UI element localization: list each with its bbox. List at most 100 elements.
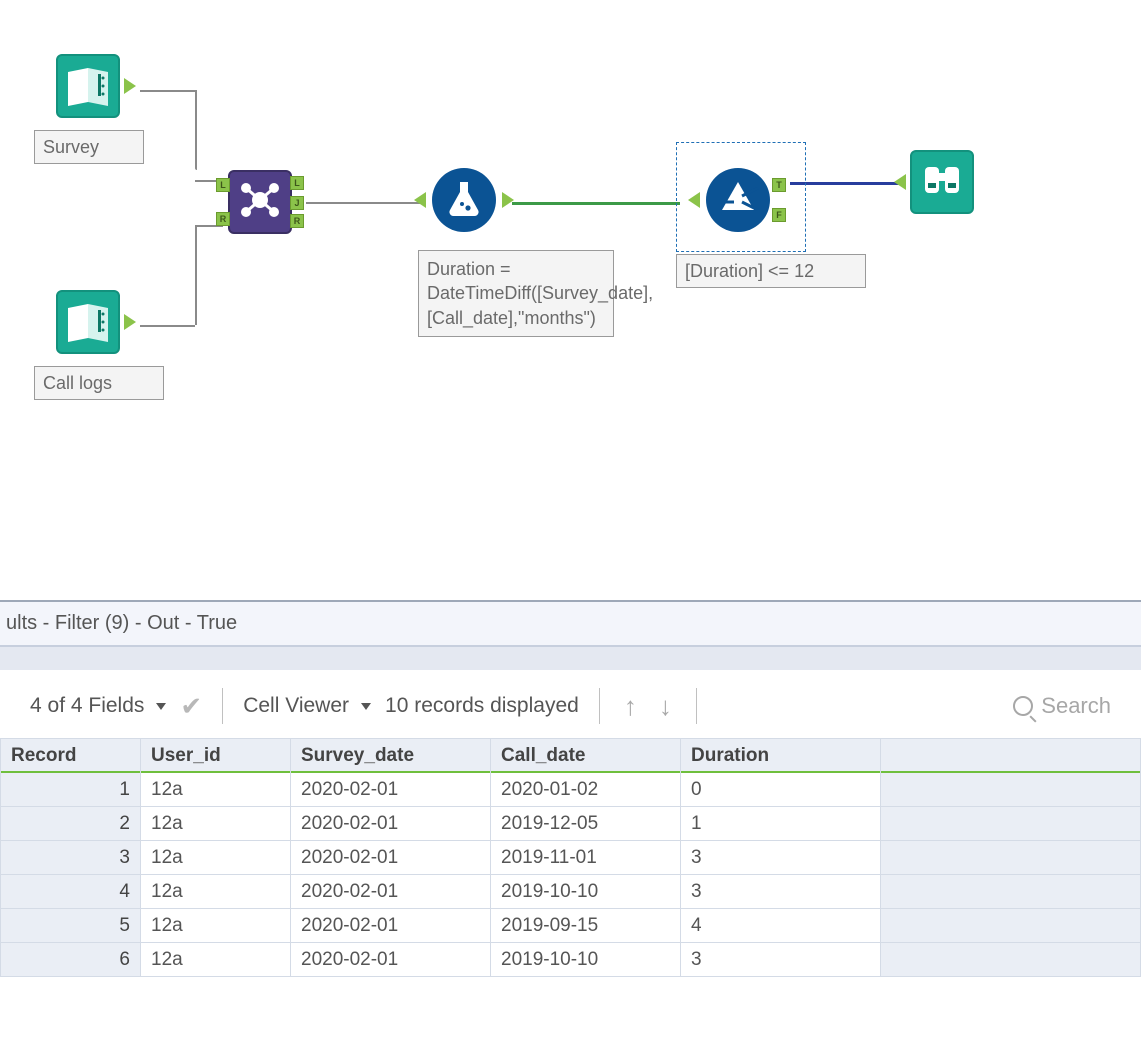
join-icon — [237, 177, 283, 228]
col-survey[interactable]: Survey_date — [291, 739, 491, 773]
cell-user: 12a — [141, 943, 291, 977]
join-anchor-L-in[interactable]: L — [216, 178, 230, 192]
caret-down-icon — [156, 703, 166, 710]
table-row[interactable]: 312a2020-02-012019-11-013 — [1, 841, 1141, 875]
records-count: 10 records displayed — [385, 694, 579, 718]
formula-annotation: Duration = DateTimeDiff([Survey_date],[C… — [418, 250, 614, 337]
search-icon — [1013, 696, 1033, 716]
join-anchor-J-out[interactable]: J — [290, 196, 304, 210]
cell-survey: 2020-02-01 — [291, 875, 491, 909]
cell-user: 12a — [141, 773, 291, 807]
down-button[interactable]: ↓ — [655, 691, 676, 722]
results-toolbar: 4 of 4 Fields ✔ Cell Viewer 10 records d… — [0, 670, 1141, 738]
cell-record: 4 — [1, 875, 141, 909]
cell-dur: 1 — [681, 807, 881, 841]
workflow-canvas[interactable]: Survey Call logs L R L J R — [0, 0, 1141, 600]
cell-user: 12a — [141, 841, 291, 875]
cell-filler — [881, 943, 1141, 977]
cell-survey: 2020-02-01 — [291, 841, 491, 875]
input-tool-calllogs[interactable] — [56, 290, 120, 354]
cell-user: 12a — [141, 875, 291, 909]
cell-dur: 3 — [681, 943, 881, 977]
node-label-survey: Survey — [34, 130, 144, 164]
separator — [696, 688, 697, 724]
table-row[interactable]: 412a2020-02-012019-10-103 — [1, 875, 1141, 909]
results-panel: ults - Filter (9) - Out - True 4 of 4 Fi… — [0, 600, 1141, 977]
wire — [512, 202, 680, 205]
table-header-row: Record User_id Survey_date Call_date Dur… — [1, 739, 1141, 773]
cell-record: 3 — [1, 841, 141, 875]
cell-record: 2 — [1, 807, 141, 841]
panel-separator — [0, 646, 1141, 670]
col-dur[interactable]: Duration — [681, 739, 881, 773]
join-anchor-L-out[interactable]: L — [290, 176, 304, 190]
formula-tool[interactable] — [432, 168, 496, 232]
cell-survey: 2020-02-01 — [291, 773, 491, 807]
col-filler — [881, 739, 1141, 773]
filter-anchor-T[interactable]: T — [772, 178, 786, 192]
cell-record: 5 — [1, 909, 141, 943]
cell-record: 6 — [1, 943, 141, 977]
table-row[interactable]: 512a2020-02-012019-09-154 — [1, 909, 1141, 943]
table-row[interactable]: 612a2020-02-012019-10-103 — [1, 943, 1141, 977]
wire — [140, 325, 195, 327]
cell-call: 2020-01-02 — [491, 773, 681, 807]
join-tool[interactable]: L R L J R — [228, 170, 292, 234]
cell-call: 2019-11-01 — [491, 841, 681, 875]
fields-dropdown[interactable]: 4 of 4 Fields — [30, 694, 166, 718]
cell-filler — [881, 909, 1141, 943]
cell-dur: 4 — [681, 909, 881, 943]
filter-annotation: [Duration] <= 12 — [676, 254, 866, 288]
output-port-icon[interactable] — [502, 192, 514, 208]
cell-filler — [881, 807, 1141, 841]
results-title: ults - Filter (9) - Out - True — [0, 602, 1141, 645]
join-anchor-R-in[interactable]: R — [216, 212, 230, 226]
cell-record: 1 — [1, 773, 141, 807]
cellviewer-dropdown[interactable]: Cell Viewer — [243, 694, 371, 718]
input-tool-survey[interactable] — [56, 54, 120, 118]
cell-survey: 2020-02-01 — [291, 943, 491, 977]
cell-filler — [881, 841, 1141, 875]
filter-tool[interactable]: T F — [706, 168, 770, 232]
cell-call: 2019-10-10 — [491, 943, 681, 977]
input-port-icon[interactable] — [414, 192, 426, 208]
fields-label: 4 of 4 Fields — [30, 694, 144, 718]
table-row[interactable]: 212a2020-02-012019-12-051 — [1, 807, 1141, 841]
binoculars-icon — [919, 157, 965, 208]
cell-survey: 2020-02-01 — [291, 909, 491, 943]
cell-user: 12a — [141, 807, 291, 841]
join-anchor-R-out[interactable]: R — [290, 214, 304, 228]
cell-dur: 0 — [681, 773, 881, 807]
output-port-icon[interactable] — [124, 78, 136, 94]
flask-icon — [444, 178, 484, 223]
caret-down-icon — [361, 703, 371, 710]
input-port-icon[interactable] — [688, 192, 700, 208]
up-button[interactable]: ↑ — [620, 691, 641, 722]
wire — [140, 90, 195, 92]
input-book-icon — [64, 302, 112, 342]
cell-filler — [881, 773, 1141, 807]
results-table[interactable]: Record User_id Survey_date Call_date Dur… — [0, 738, 1141, 977]
search-box[interactable]: Search — [1013, 693, 1111, 719]
col-record[interactable]: Record — [1, 739, 141, 773]
cell-dur: 3 — [681, 841, 881, 875]
cell-dur: 3 — [681, 875, 881, 909]
col-user[interactable]: User_id — [141, 739, 291, 773]
col-call[interactable]: Call_date — [491, 739, 681, 773]
separator — [599, 688, 600, 724]
table-row[interactable]: 112a2020-02-012020-01-020 — [1, 773, 1141, 807]
node-label-calllogs: Call logs — [34, 366, 164, 400]
wire — [195, 225, 197, 325]
filter-anchor-F[interactable]: F — [772, 208, 786, 222]
checkmark-icon[interactable]: ✔ — [180, 691, 202, 722]
cell-survey: 2020-02-01 — [291, 807, 491, 841]
cell-user: 12a — [141, 909, 291, 943]
input-port-icon[interactable] — [894, 174, 906, 190]
cell-call: 2019-09-15 — [491, 909, 681, 943]
cellviewer-label: Cell Viewer — [243, 694, 349, 718]
search-placeholder: Search — [1041, 693, 1111, 719]
browse-tool[interactable] — [910, 150, 974, 214]
output-port-icon[interactable] — [124, 314, 136, 330]
cell-call: 2019-12-05 — [491, 807, 681, 841]
wire — [790, 182, 902, 185]
